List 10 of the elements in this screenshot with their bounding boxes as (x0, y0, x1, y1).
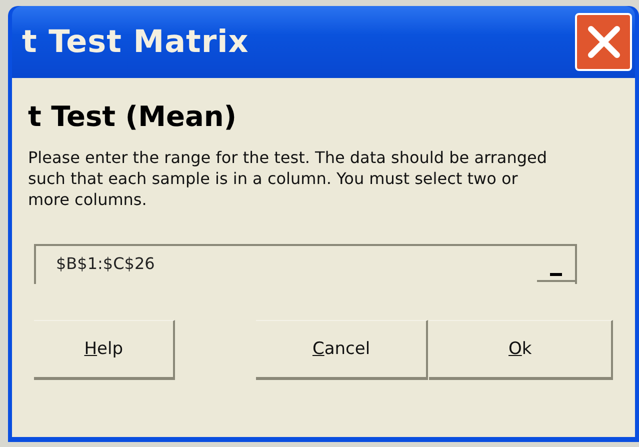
dialog-button[interactable]: Help (34, 320, 176, 380)
close-icon (586, 25, 620, 59)
dash-icon (550, 272, 562, 276)
dialog-button[interactable]: Ok (429, 320, 613, 380)
dialog-button[interactable]: Cancel (256, 320, 428, 380)
dialog-heading: t Test (Mean) (28, 100, 238, 133)
window-title: t Test Matrix (22, 24, 249, 60)
close-button[interactable] (575, 13, 632, 71)
instructions-text: Please enter the range for the test. The data should be arranged such that each sample is in a column. You must select two or more columns. (28, 147, 548, 210)
range-field[interactable]: $B$1:$C$26 (34, 244, 577, 284)
